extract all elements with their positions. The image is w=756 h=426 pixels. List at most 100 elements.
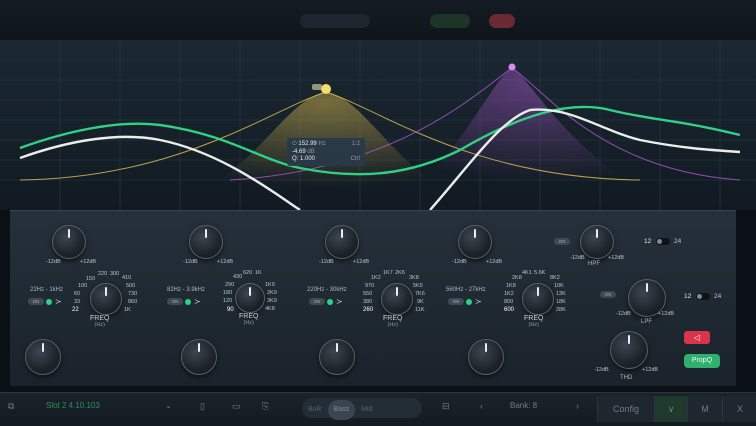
band-4-gain-knob[interactable] [458,225,492,259]
band-4-on-toggle[interactable]: ON [448,298,464,305]
thd-label: THD [620,375,633,381]
band-node-yellow [321,84,331,94]
compare-icon[interactable]: ⎘ [262,401,269,412]
band-4-q-knob[interactable] [468,339,504,375]
m-button[interactable]: M [687,396,722,422]
config-button[interactable]: Config [597,396,654,422]
gain-min-label: -12dB [319,259,334,265]
thd-min-label: -12dB [594,367,609,373]
band-3-gain-knob[interactable] [325,225,359,259]
band-2-gain-knob[interactable] [189,225,223,259]
freq-tick: 180 [223,290,233,296]
top-green-indicator [430,14,470,28]
bank-label: Bank: 8 [510,401,538,410]
lpf-on-toggle[interactable]: ON [600,291,616,298]
hpf-slope-24: 24 [674,238,682,245]
band-1-freq-value: 22 [72,307,79,313]
freq-tick: 28K [556,307,566,313]
freq-tick: 10K [554,283,564,289]
preset-dropdown-icon[interactable]: ⌄ [165,401,172,410]
freq-tick: 1K7 [383,270,393,276]
settings-icon[interactable]: ⧉ [8,401,14,412]
freq-tick: 11K [415,307,425,313]
band-4-led [466,299,472,305]
band-3: -12dB +12dB 220Hz - 30kHz ON ≻ 1K7 2K6 3… [295,211,435,386]
band-3-freq-value: 260 [363,307,374,313]
hpf-slope-switch[interactable] [656,238,670,245]
band-4-freq-label: FREQ (Hz) [524,315,544,328]
mode-segmented-control[interactable]: Bulk Bass Mid [302,398,422,420]
band-1-on-toggle[interactable]: ON [28,298,44,305]
freq-tick: 4K1 [522,270,532,276]
hpf-label: HPF [588,261,600,267]
band-2-freq-knob[interactable] [235,283,265,313]
preset-name[interactable]: Slot 2 4.10.103 [46,401,100,410]
bank-next-icon[interactable]: › [576,401,579,411]
tooltip-q: Q: 1.000 [292,156,316,162]
hpf-on-toggle[interactable]: ON [554,238,570,245]
mode-mid[interactable]: Mid [355,400,378,420]
gain-max-label: +12dB [353,259,370,265]
band-1-gain-knob[interactable] [52,225,86,259]
eq-graph[interactable]: ⏻ 152.99 Hz 1:2 -4.69 dB Q: 1.000 Ctrl [0,40,756,210]
band-4-freq-knob[interactable] [522,283,554,315]
shelf-icon[interactable]: ≻ [194,297,201,306]
grid-icon[interactable]: ⊟ [442,401,450,412]
freq-tick: 2K9 [267,290,277,296]
shelf-icon[interactable]: ≻ [55,297,62,306]
tooltip-freq: 152.99 [298,141,317,147]
band-3-led [327,299,333,305]
power-icon[interactable]: ⏻ [292,141,297,147]
freq-tick: 60 [74,291,81,297]
band-3-q-knob[interactable] [319,339,355,375]
thd-max-label: +12dB [642,367,659,373]
band-1-freq-label: FREQ (Hz) [90,315,110,328]
band-1-led [46,299,52,305]
speaker-mute-icon[interactable]: ◁ [684,331,710,344]
band-4-range: 560Hz - 27kHz [446,287,486,293]
band-3-freq-knob[interactable] [381,283,413,315]
bank-prev-icon[interactable]: ‹ [480,401,483,411]
band-3-range: 220Hz - 30kHz [307,287,347,293]
propq-button[interactable]: PropQ [684,354,720,368]
freq-tick: 290 [225,282,235,288]
band-3-on-toggle[interactable]: ON [309,298,325,305]
thd-knob[interactable] [610,331,648,369]
shelf-icon[interactable]: ≻ [475,297,482,306]
band-2-q-knob[interactable] [181,339,217,375]
band-1-freq-knob[interactable] [90,283,122,315]
copy-icon[interactable]: ▯ [200,401,205,412]
tooltip-ratio: 1:2 [351,141,360,147]
hpf-knob[interactable] [580,225,614,259]
freq-tick: 2K8 [512,275,522,281]
bypass-button[interactable]: ∨ [654,396,687,422]
mode-bulk[interactable]: Bulk [302,400,328,420]
tooltip-gain: -4.69 [292,148,306,155]
band-2-freq-value: 90 [227,307,234,313]
mode-bass[interactable]: Bass [327,400,356,420]
extra-button[interactable]: X [722,396,756,422]
freq-tick: 8K2 [550,275,560,281]
hpf-slope-12: 12 [644,238,652,245]
gain-min-label: -12dB [452,259,467,265]
freq-tick: 3K8 [409,275,419,281]
freq-tick: 13K [556,291,566,297]
paste-icon[interactable]: ▭ [232,401,241,412]
freq-tick: 300 [110,271,120,277]
eq-control-panel: -12dB +12dB 22Hz - 1kHz ON ≻ 150 220 300… [10,210,736,386]
top-red-indicator[interactable] [489,14,515,28]
freq-tick: 150 [86,276,96,282]
freq-tick: 380 [363,299,373,305]
freq-tick: 1K [255,270,262,276]
freq-tick: 3K9 [267,298,277,304]
band-3-freq-label: FREQ (Hz) [383,315,403,328]
band-2-on-toggle[interactable]: ON [167,298,183,305]
band-1-q-knob[interactable] [25,339,61,375]
gain-max-label: +12dB [486,259,503,265]
freq-tick: 1K8 [506,283,516,289]
lpf-slope-switch[interactable] [696,293,710,300]
bottom-bar: ⧉ Slot 2 4.10.103 ⌄ ▯ ▭ ⎘ Bulk Bass Mid ⊟ … [0,392,756,426]
freq-tick: 1K2 [371,275,381,281]
freq-tick: 1K [124,307,131,313]
shelf-icon[interactable]: ≻ [336,297,343,306]
